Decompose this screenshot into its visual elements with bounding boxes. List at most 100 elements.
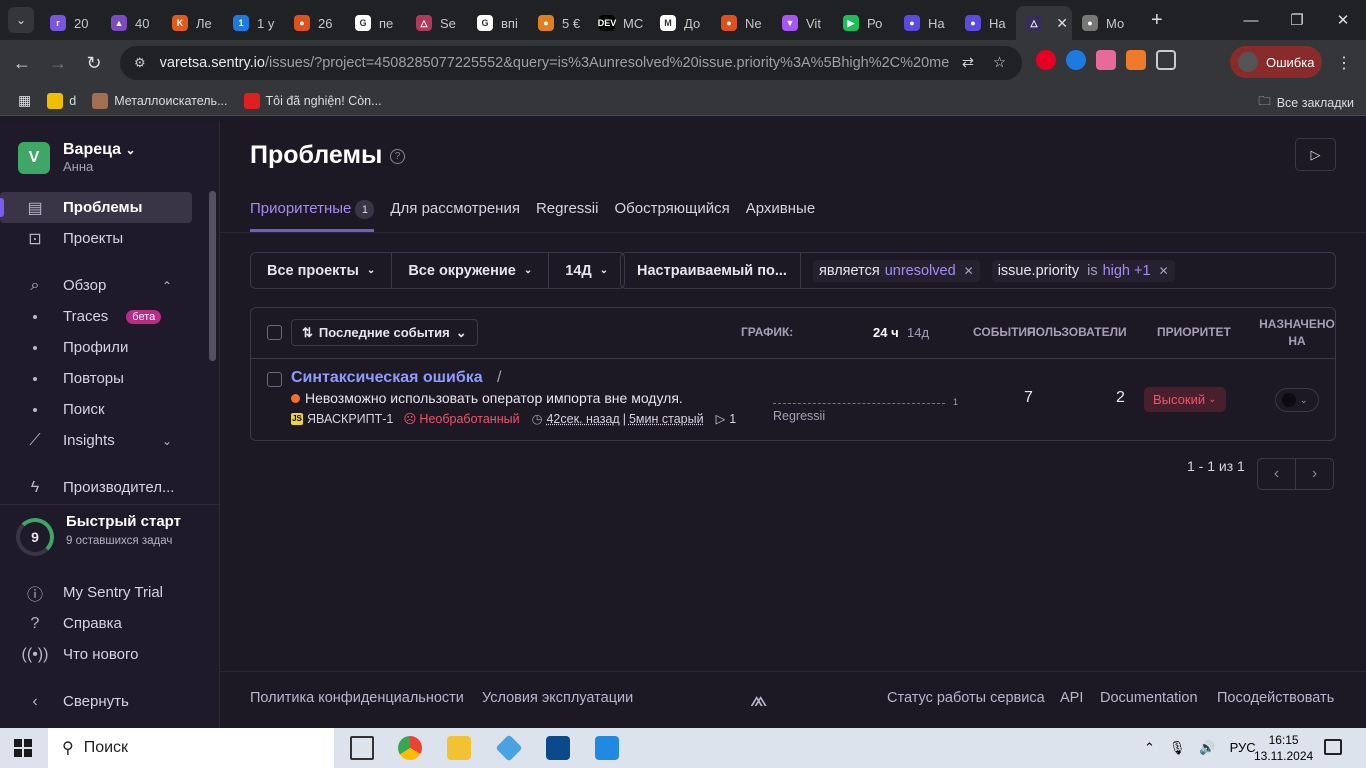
replay-count[interactable]: 1 (729, 412, 736, 426)
event-graph[interactable] (773, 403, 945, 404)
browser-tab[interactable]: ● 5 € (528, 6, 589, 40)
chevron-up-icon[interactable]: ⌃ (1144, 740, 1155, 756)
browser-tab[interactable]: ▶ Ро (833, 6, 894, 40)
browser-tab[interactable]: ▲ 40 (101, 6, 162, 40)
browser-tab[interactable]: K Ле (162, 6, 223, 40)
extension-icon[interactable] (1096, 50, 1116, 70)
browser-tab[interactable]: M До (650, 6, 711, 40)
tab-search-button[interactable]: ⌄ (8, 7, 34, 33)
row-checkbox[interactable] (267, 372, 282, 387)
user-count[interactable]: 2 (1116, 389, 1125, 407)
search-token-priority[interactable]: issue.priority is high +1 ✕ (991, 259, 1175, 282)
language-indicator[interactable]: РУС (1230, 740, 1256, 756)
graph-14d-toggle[interactable]: 14д (907, 325, 929, 340)
bookmark-item[interactable]: Металлоискатель... (92, 92, 228, 109)
forward-button[interactable]: → (40, 53, 76, 74)
sidebar-item-performance[interactable]: ϟ Производител... (0, 472, 210, 503)
bookmark-item[interactable]: d (47, 92, 76, 109)
sidebar-item-insights[interactable]: ⟋ Insights ⌄ (0, 425, 210, 456)
browser-tab[interactable]: ▼ Vit (772, 6, 833, 40)
sidebar-item-whats-new[interactable]: ((•)) Что нового (0, 639, 210, 670)
sort-dropdown[interactable]: ⇅ Последние события ⌄ (291, 319, 478, 346)
issue-title-link[interactable]: Синтаксическая ошибка (291, 369, 483, 387)
clock[interactable]: 16:15 13.11.2024 (1254, 732, 1313, 764)
file-explorer-icon[interactable] (447, 736, 471, 760)
back-button[interactable]: ← (4, 53, 40, 74)
sidebar-item-help[interactable]: ? Справка (0, 608, 210, 639)
new-tab-button[interactable]: + (1151, 9, 1163, 32)
next-page-button[interactable]: › (1295, 458, 1334, 490)
extension-icon[interactable] (1066, 50, 1086, 70)
tab-archived[interactable]: Архивные (746, 200, 815, 232)
microphone-icon[interactable]: 🎙 (1169, 740, 1186, 756)
all-bookmarks[interactable]: 🗀 Все закладки (1258, 92, 1354, 113)
task-view-icon[interactable] (350, 736, 374, 760)
search-token-status[interactable]: является unresolved ✕ (813, 259, 980, 282)
browser-tab[interactable]: ● 26 (284, 6, 345, 40)
priority-dropdown[interactable]: Высокий ⌄ (1144, 387, 1226, 412)
play-button[interactable]: ▷ (1295, 138, 1336, 171)
terms-link[interactable]: Условия эксплуатации (482, 690, 633, 706)
browser-tab[interactable]: r 20 (40, 6, 101, 40)
project-filter[interactable]: Все проекты ⌄ (251, 253, 393, 288)
menu-icon[interactable]: ⋮ (1336, 53, 1352, 73)
select-all-checkbox[interactable] (267, 325, 282, 340)
app-icon[interactable] (546, 736, 570, 760)
table-row[interactable]: Синтаксическая ошибка / Невозможно испол… (251, 359, 1335, 441)
graph-24h-toggle[interactable]: 24 ч (873, 325, 899, 340)
extension-icon[interactable] (1126, 50, 1146, 70)
org-switcher[interactable]: V Вареца ⌄ Анна (18, 141, 136, 174)
browser-tab[interactable]: ● Мо (1072, 6, 1133, 40)
vscode-icon[interactable] (595, 736, 619, 760)
tab-escalating[interactable]: Обостряющийся (614, 200, 729, 232)
close-tab-icon[interactable]: ✕ (1056, 15, 1068, 32)
browser-tab[interactable]: ● Ne (711, 6, 772, 40)
tab-regressed[interactable]: Regressii (536, 200, 599, 232)
first-seen[interactable]: 5мин старый (629, 412, 704, 426)
apps-icon[interactable]: ▦ (18, 92, 31, 109)
browser-tab[interactable]: 1 1 у (223, 6, 284, 40)
sidebar-item-search[interactable]: Поиск (0, 394, 210, 425)
event-count[interactable]: 7 (1024, 389, 1033, 407)
privacy-link[interactable]: Политика конфиденциальности (250, 690, 464, 706)
environment-filter[interactable]: Все окружение ⌄ (392, 253, 550, 288)
sidebar-item-explore[interactable]: ⌕ Обзор ⌃ (0, 270, 210, 301)
profile-button[interactable]: Ошибка (1230, 46, 1322, 78)
minimize-button[interactable]: — (1228, 0, 1274, 40)
assignee-dropdown[interactable]: ⌄ (1275, 388, 1319, 412)
date-filter[interactable]: 14Д ⌄ (549, 253, 624, 288)
saved-search-button[interactable]: Настраиваемый по... (621, 253, 801, 288)
sidebar-item-trial[interactable]: ⓘ My Sentry Trial (0, 577, 210, 608)
puzzle-icon[interactable] (1156, 50, 1176, 70)
close-icon[interactable]: ✕ (964, 264, 974, 278)
quickstart-panel[interactable]: 9 Быстрый старт 9 оставшихся задач (0, 504, 219, 574)
sidebar-item-issues[interactable]: ▤ Проблемы (0, 192, 192, 223)
last-seen[interactable]: 42сек. назад (546, 412, 619, 426)
browser-tab[interactable]: ● На (894, 6, 955, 40)
sidebar-item-traces[interactable]: Traces бета (0, 301, 210, 332)
sidebar-scrollbar[interactable] (209, 191, 216, 361)
tab-for-review[interactable]: Для рассмотрения (390, 200, 520, 232)
sidebar-item-replays[interactable]: Повторы (0, 363, 210, 394)
help-icon[interactable]: ? (390, 149, 405, 164)
sidebar-collapse[interactable]: ‹ Свернуть (0, 686, 210, 717)
site-info-icon[interactable]: ⚙ (134, 55, 146, 71)
windows-start-icon[interactable] (14, 739, 32, 757)
status-link[interactable]: Статус работы сервиса (887, 690, 1045, 706)
issue-short-id[interactable]: ЯВАСКРИПТ-1 (307, 412, 393, 426)
chrome-icon[interactable] (398, 736, 422, 760)
browser-tab[interactable]: △ ✕ (1016, 6, 1072, 40)
browser-tab[interactable]: DEV МС (589, 6, 650, 40)
reload-button[interactable]: ↻ (76, 53, 112, 74)
close-window-button[interactable]: ✕ (1320, 0, 1366, 40)
api-link[interactable]: API (1060, 690, 1083, 706)
maximize-button[interactable]: ❐ (1274, 0, 1320, 40)
docs-link[interactable]: Documentation (1100, 690, 1198, 706)
bookmark-star-icon[interactable]: ☆ (993, 55, 1006, 71)
notifications-icon[interactable] (1324, 739, 1342, 755)
taskbar-search[interactable]: ⚲ Поиск (48, 728, 334, 768)
app-icon[interactable] (495, 734, 523, 762)
sidebar-item-profiles[interactable]: Профили (0, 332, 210, 363)
browser-tab[interactable]: △ Se (406, 6, 467, 40)
prev-page-button[interactable]: ‹ (1257, 458, 1296, 490)
